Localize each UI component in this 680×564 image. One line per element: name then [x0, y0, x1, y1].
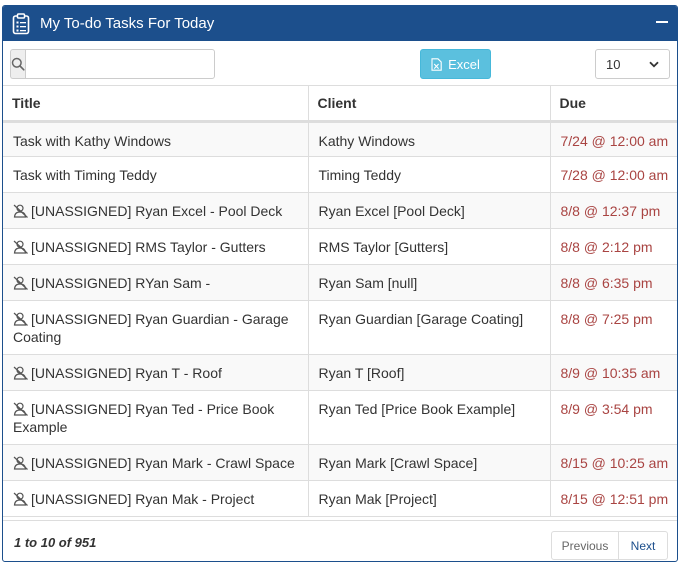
- task-title: [UNASSIGNED] Ryan Guardian - Garage Coat…: [13, 311, 289, 345]
- file-excel-icon: [431, 57, 442, 71]
- task-due: 8/8 @ 12:37 pm: [550, 192, 677, 229]
- tasks-table-body: Task with Kathy Windows Kathy Windows 7/24…: [3, 121, 677, 517]
- task-title: [UNASSIGNED] Ryan Ted - Price Book Examp…: [13, 401, 275, 435]
- task-title-cell[interactable]: [UNASSIGNED] Ryan Guardian - Garage Coat…: [3, 300, 309, 355]
- task-client: Ryan Ted [Price Book Example]: [308, 390, 551, 445]
- table-footer: 1 to 10 of 951 Previous Next: [3, 520, 677, 561]
- search-icon: [10, 49, 25, 79]
- task-title-cell[interactable]: [UNASSIGNED] RYan Sam -: [3, 264, 309, 301]
- table-row[interactable]: [UNASSIGNED] Ryan T - Roof Ryan T [Roof] 8…: [3, 354, 677, 391]
- table-row[interactable]: [UNASSIGNED] Ryan Ted - Price Book Examp…: [3, 390, 677, 445]
- task-title: [UNASSIGNED] Ryan T - Roof: [31, 365, 222, 381]
- task-due: 8/8 @ 2:12 pm: [550, 228, 677, 265]
- task-client: Ryan Sam [null]: [308, 264, 551, 301]
- task-title-cell[interactable]: [UNASSIGNED] Ryan Ted - Price Book Examp…: [3, 390, 309, 445]
- task-title-cell[interactable]: [UNASSIGNED] Ryan T - Roof: [3, 354, 309, 391]
- task-due: 8/15 @ 10:25 am: [550, 444, 677, 481]
- column-header-title[interactable]: Title: [3, 85, 309, 123]
- task-title-cell[interactable]: [UNASSIGNED] Ryan Mak - Project: [3, 480, 309, 517]
- task-due: 7/28 @ 12:00 am: [550, 156, 677, 193]
- task-title: [UNASSIGNED] Ryan Mak - Project: [31, 491, 255, 507]
- table-row[interactable]: [UNASSIGNED] Ryan Guardian - Garage Coat…: [3, 300, 677, 355]
- task-title-cell[interactable]: Task with Timing Teddy: [3, 156, 309, 193]
- task-title: Task with Timing Teddy: [13, 167, 157, 183]
- table-row[interactable]: [UNASSIGNED] Ryan Mark - Crawl Space Ryan…: [3, 444, 677, 481]
- task-title: [UNASSIGNED] Ryan Excel - Pool Deck: [31, 203, 283, 219]
- collapse-icon[interactable]: [656, 21, 668, 23]
- task-due: 8/9 @ 10:35 am: [550, 354, 677, 391]
- user-off-icon: [13, 456, 29, 470]
- task-due: 8/9 @ 3:54 pm: [550, 390, 677, 445]
- task-client: Ryan T [Roof]: [308, 354, 551, 391]
- task-title: [UNASSIGNED] RMS Taylor - Gutters: [31, 239, 266, 255]
- todo-panel: My To-do Tasks For Today Excel 10 Title …: [2, 5, 678, 562]
- search-group: [10, 49, 215, 79]
- table-row[interactable]: [UNASSIGNED] Ryan Mak - Project Ryan Mak …: [3, 480, 677, 517]
- column-header-client[interactable]: Client: [308, 85, 551, 123]
- excel-export-button[interactable]: Excel: [420, 49, 491, 79]
- pagination-info: 1 to 10 of 951: [14, 535, 97, 550]
- task-client: Kathy Windows: [308, 121, 551, 157]
- excel-button-label: Excel: [448, 56, 480, 72]
- task-title-cell[interactable]: Task with Kathy Windows: [3, 121, 309, 157]
- task-client: RMS Taylor [Gutters]: [308, 228, 551, 265]
- table-row[interactable]: Task with Kathy Windows Kathy Windows 7/24…: [3, 121, 677, 157]
- task-client: Ryan Mak [Project]: [308, 480, 551, 517]
- panel-title: My To-do Tasks For Today: [40, 15, 215, 32]
- task-client: Ryan Guardian [Garage Coating]: [308, 300, 551, 355]
- table-row[interactable]: Task with Timing Teddy Timing Teddy 7/28 @…: [3, 156, 677, 193]
- pagination: Previous Next: [551, 531, 668, 560]
- task-due: 8/8 @ 7:25 pm: [550, 300, 677, 355]
- page-length-select[interactable]: 10: [595, 49, 670, 79]
- user-off-icon: [13, 402, 29, 416]
- previous-page-button[interactable]: Previous: [552, 532, 619, 559]
- task-client: Ryan Mark [Crawl Space]: [308, 444, 551, 481]
- task-client: Ryan Excel [Pool Deck]: [308, 192, 551, 229]
- task-title-cell[interactable]: [UNASSIGNED] Ryan Mark - Crawl Space: [3, 444, 309, 481]
- task-due: 8/15 @ 12:51 pm: [550, 480, 677, 517]
- user-off-icon: [13, 366, 29, 380]
- column-header-due[interactable]: Due: [550, 85, 677, 123]
- table-row[interactable]: [UNASSIGNED] RMS Taylor - Gutters RMS Tay…: [3, 228, 677, 265]
- search-input[interactable]: [25, 49, 215, 79]
- task-title: Task with Kathy Windows: [13, 133, 171, 149]
- user-off-icon: [13, 240, 29, 254]
- next-page-button[interactable]: Next: [619, 532, 667, 559]
- table-header-row: Title Client Due: [3, 85, 677, 123]
- panel-header: My To-do Tasks For Today: [3, 6, 677, 41]
- task-due: 7/24 @ 12:00 am: [550, 121, 677, 157]
- user-off-icon: [13, 204, 29, 218]
- user-off-icon: [13, 276, 29, 290]
- user-off-icon: [13, 492, 29, 506]
- task-title-cell[interactable]: [UNASSIGNED] Ryan Excel - Pool Deck: [3, 192, 309, 229]
- task-title-cell[interactable]: [UNASSIGNED] RMS Taylor - Gutters: [3, 228, 309, 265]
- task-title: [UNASSIGNED] RYan Sam -: [31, 275, 211, 291]
- task-due: 8/8 @ 6:35 pm: [550, 264, 677, 301]
- task-client: Timing Teddy: [308, 156, 551, 193]
- user-off-icon: [13, 312, 29, 326]
- task-title: [UNASSIGNED] Ryan Mark - Crawl Space: [31, 455, 295, 471]
- table-row[interactable]: [UNASSIGNED] RYan Sam - Ryan Sam [null] 8/…: [3, 264, 677, 301]
- table-row[interactable]: [UNASSIGNED] Ryan Excel - Pool Deck Ryan …: [3, 192, 677, 229]
- table-toolbar: Excel 10: [3, 41, 677, 85]
- page-length-value: 10: [606, 56, 621, 72]
- chevron-down-icon: [649, 61, 659, 67]
- clipboard-list-icon: [12, 13, 30, 35]
- tasks-table: Title Client Due Task with Kathy Windows…: [3, 85, 677, 517]
